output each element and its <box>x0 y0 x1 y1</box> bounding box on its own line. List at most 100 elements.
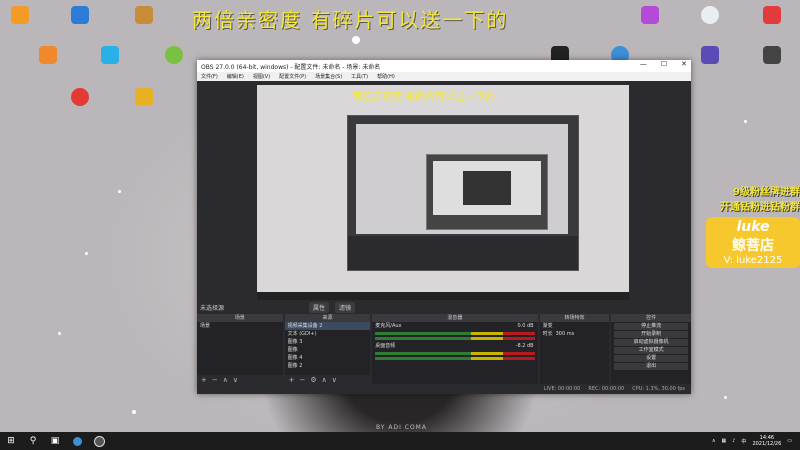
desktop-icon[interactable] <box>154 46 194 64</box>
task-view-icon[interactable]: ▣ <box>44 432 66 450</box>
desktop-icon[interactable] <box>60 88 100 106</box>
filters-button[interactable]: 滤镜 <box>335 302 356 313</box>
maximize-button[interactable]: ☐ <box>661 60 667 68</box>
down-icon[interactable]: ∨ <box>332 376 337 384</box>
scenes-toolbar: + − ∧ ∨ <box>197 375 283 384</box>
add-icon[interactable]: + <box>201 376 207 384</box>
source-item[interactable]: 图像 4 <box>285 354 371 362</box>
virtual-camera-button[interactable]: 启动虚拟摄像机 <box>614 339 688 346</box>
menu-scene-collection[interactable]: 场景集合(S) <box>315 73 342 80</box>
brand-contact: V: luke2125 <box>723 255 783 266</box>
transition-duration-row: 时长 300 ms <box>540 330 610 338</box>
transitions-dock: 转场特效 渐变 时长 300 ms <box>539 314 610 384</box>
snowflake <box>724 396 727 399</box>
obs-title: OBS 27.0.0 (64-bit, windows) - 配置文件: 未命名… <box>201 63 381 71</box>
remove-icon[interactable]: − <box>212 376 218 384</box>
scenes-dock: 场景 场景 + − ∧ ∨ <box>197 314 283 384</box>
clock-date: 2021/12/26 <box>752 441 782 447</box>
snowflake <box>132 410 136 414</box>
source-item[interactable]: 文本 (GDI+) <box>285 330 371 338</box>
windows-start-icon[interactable]: ⊞ <box>0 432 22 450</box>
properties-button[interactable]: 属性 <box>309 302 330 313</box>
source-label: 文本 (GDI+) <box>287 331 317 337</box>
desktop-icon[interactable] <box>630 6 670 24</box>
exit-button[interactable]: 退出 <box>614 363 688 370</box>
nested-banner-text: 两倍亲密度 有碎片可以送一下的 <box>352 92 496 103</box>
desktop-icon[interactable] <box>60 6 100 24</box>
transition-type-select[interactable]: 渐变 <box>540 322 610 330</box>
nested-obs-preview <box>347 115 579 271</box>
obs-taskbar-icon[interactable] <box>88 432 110 450</box>
promo-line-2: 开通钻粉进钻粉群 <box>720 202 800 213</box>
mixer-header: 混音器 <box>372 314 538 322</box>
mixer-channel-db: 0.0 dB <box>517 323 534 329</box>
source-item[interactable]: 图像 2 <box>285 362 371 370</box>
gear-icon[interactable]: ⚙ <box>310 376 316 384</box>
browser-taskbar-icon[interactable] <box>66 432 88 450</box>
desktop-icon[interactable] <box>124 88 164 106</box>
mixer-dock: 混音器 麦克风/Aux 0.0 dB 桌面音频 -8.2 dB <box>372 314 538 384</box>
desktop-icon[interactable] <box>752 46 792 64</box>
duration-input[interactable]: 300 ms <box>556 330 575 338</box>
snowflake <box>744 120 747 123</box>
snowflake <box>352 36 360 44</box>
down-icon[interactable]: ∨ <box>233 376 238 384</box>
remove-icon[interactable]: − <box>300 376 306 384</box>
volume-meter <box>375 352 535 355</box>
studio-mode-button[interactable]: 工作室模式 <box>614 347 688 354</box>
volume-meter <box>375 332 535 335</box>
desktop-icon[interactable] <box>752 6 792 24</box>
search-icon[interactable]: ⚲ <box>22 432 44 450</box>
cpu-status: CPU: 1.3%, 30.00 fps <box>632 386 685 392</box>
menu-view[interactable]: 视图(V) <box>253 73 270 80</box>
source-label: 视频采集设备 2 <box>287 323 323 329</box>
minimize-button[interactable]: — <box>640 60 647 68</box>
volume-icon[interactable]: ♪ <box>732 438 735 444</box>
menu-bar: 文件(F) 编辑(E) 视图(V) 配置文件(P) 场景集合(S) 工具(T) … <box>197 72 691 81</box>
stop-streaming-button[interactable]: 停止推流 <box>614 323 688 330</box>
scene-item[interactable]: 场景 <box>197 322 283 330</box>
desktop-icon[interactable] <box>690 6 730 24</box>
promo-brand: luke 鲸菩店 V: luke2125 <box>706 217 800 268</box>
obs-title-bar[interactable]: OBS 27.0.0 (64-bit, windows) - 配置文件: 未命名… <box>197 60 691 72</box>
mixer-channel-db: -8.2 dB <box>515 343 534 349</box>
notification-icon[interactable]: ▭ <box>787 438 792 444</box>
menu-profile[interactable]: 配置文件(P) <box>279 73 306 80</box>
stream-banner-text: 两倍亲密度 有碎片可以送一下的 <box>192 8 509 32</box>
wallpaper-credit: BY ADI COMA <box>376 424 427 431</box>
mixer-channel-name: 麦克风/Aux <box>375 323 402 329</box>
network-icon[interactable]: ▦ <box>721 438 726 444</box>
clock[interactable]: 14:46 2021/12/26 <box>752 435 781 447</box>
source-item[interactable]: 视频采集设备 2 <box>284 322 371 330</box>
input-language[interactable]: 中 <box>741 438 746 445</box>
desktop-icon[interactable] <box>690 46 730 64</box>
add-icon[interactable]: + <box>289 376 295 384</box>
volume-meter <box>375 357 535 360</box>
source-item[interactable]: 图像 <box>285 346 371 354</box>
menu-help[interactable]: 帮助(H) <box>377 73 395 80</box>
up-icon[interactable]: ∧ <box>223 376 228 384</box>
source-item[interactable]: 图像 3 <box>285 338 371 346</box>
menu-edit[interactable]: 编辑(E) <box>227 73 244 80</box>
status-bar: LIVE: 00:00:00 REC: 00:00:00 CPU: 1.3%, … <box>197 384 691 394</box>
desktop-icon[interactable] <box>0 6 40 24</box>
promo-panel: 9级粉丝牌进群 开通钻粉进钻粉群 luke 鲸菩店 V: luke2125 <box>706 183 800 268</box>
nested-taskbar <box>257 292 629 300</box>
desktop-icon[interactable] <box>90 46 130 64</box>
desktop-icon[interactable] <box>124 6 164 24</box>
sources-toolbar: + − ⚙ ∧ ∨ <box>284 375 371 384</box>
menu-tools[interactable]: 工具(T) <box>351 73 368 80</box>
settings-button[interactable]: 设置 <box>614 355 688 362</box>
desktop-icon[interactable] <box>28 46 68 64</box>
start-recording-button[interactable]: 开始录制 <box>614 331 688 338</box>
live-status: LIVE: 00:00:00 <box>543 386 581 392</box>
obs-window[interactable]: OBS 27.0.0 (64-bit, windows) - 配置文件: 未命名… <box>197 60 691 394</box>
close-button[interactable]: ✕ <box>681 60 687 68</box>
snowflake <box>85 252 88 255</box>
transitions-header: 转场特效 <box>539 314 610 322</box>
chevron-up-icon[interactable]: ∧ <box>712 438 716 444</box>
menu-file[interactable]: 文件(F) <box>201 73 218 80</box>
preview-canvas[interactable]: 两倍亲密度 有碎片可以送一下的 <box>257 85 629 300</box>
up-icon[interactable]: ∧ <box>322 376 327 384</box>
snowflake <box>118 190 121 193</box>
